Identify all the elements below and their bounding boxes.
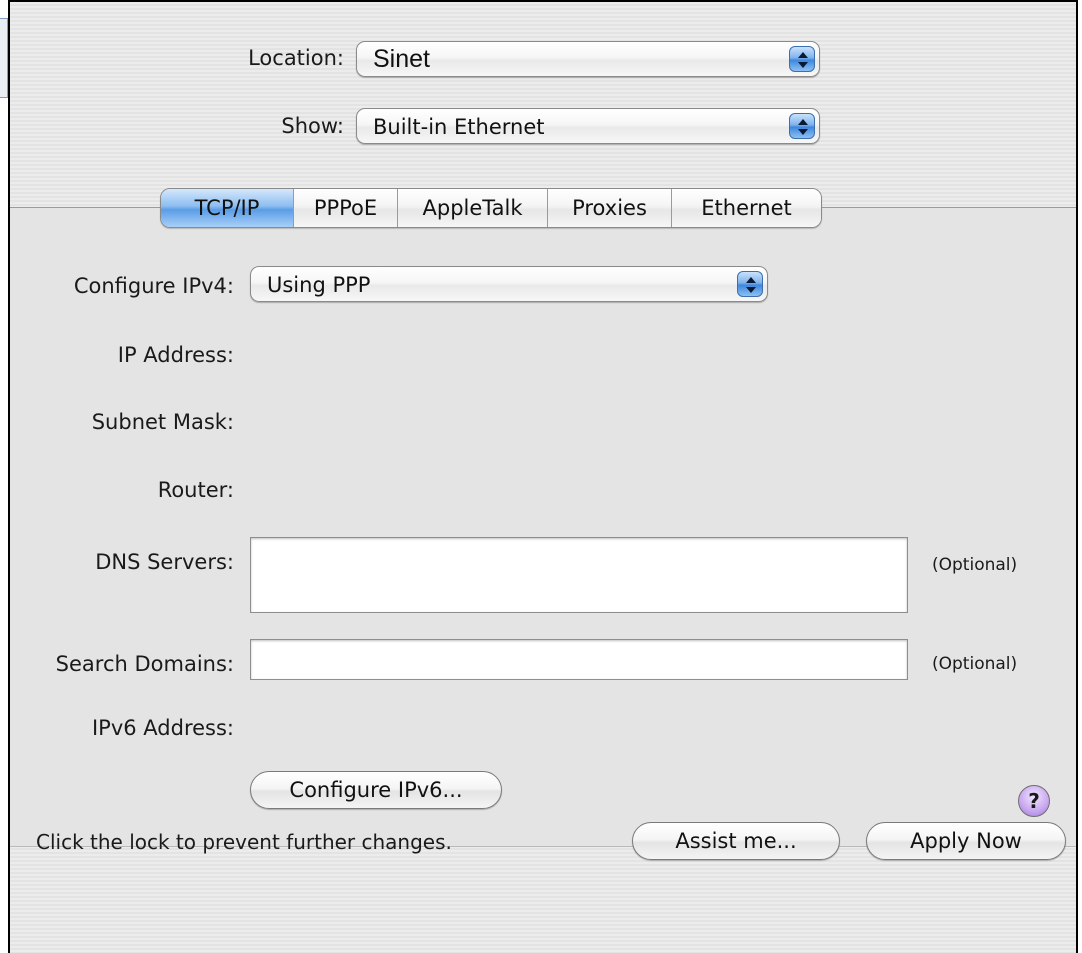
show-popup[interactable]: Built-in Ethernet [356,108,820,144]
up-down-arrows-icon [789,113,815,139]
tab-pppoe[interactable]: PPPoE [293,189,397,227]
network-preferences-panel: Location: Sinet Show: Built-in Ethernet … [8,0,1078,953]
background-window-edge [0,18,8,98]
configure-ipv4-value: Using PPP [267,273,371,297]
configure-ipv4-label: Configure IPv4: [73,274,234,298]
ip-address-label: IP Address: [117,343,234,367]
apply-now-button[interactable]: Apply Now [866,822,1066,860]
show-label: Show: [281,114,344,138]
tab-ethernet[interactable]: Ethernet [671,189,821,227]
tab-pane [10,207,1076,847]
up-down-arrows-icon [789,46,815,72]
subnet-mask-label: Subnet Mask: [91,410,234,434]
location-value: Sinet [373,45,430,73]
assist-me-button[interactable]: Assist me... [632,822,840,860]
tab-proxies[interactable]: Proxies [547,189,671,227]
dns-servers-field[interactable] [250,537,908,613]
tab-bar: TCP/IP PPPoE AppleTalk Proxies Ethernet [160,188,822,228]
tab-appletalk[interactable]: AppleTalk [397,189,547,227]
dns-servers-label: DNS Servers: [95,550,234,574]
router-label: Router: [157,478,234,502]
lock-status-text: Click the lock to prevent further change… [36,830,452,854]
search-domains-label: Search Domains: [55,652,234,676]
location-popup[interactable]: Sinet [356,41,820,77]
dns-optional-label: (Optional) [932,555,1018,575]
search-optional-label: (Optional) [932,654,1018,674]
tab-tcpip[interactable]: TCP/IP [161,189,293,227]
ipv6-address-label: IPv6 Address: [91,716,234,740]
location-label: Location: [248,46,344,70]
configure-ipv6-button[interactable]: Configure IPv6... [250,771,502,809]
configure-ipv4-popup[interactable]: Using PPP [250,266,768,302]
up-down-arrows-icon [737,271,763,297]
help-icon[interactable]: ? [1018,785,1050,817]
search-domains-field[interactable] [250,639,908,680]
show-value: Built-in Ethernet [373,115,545,139]
